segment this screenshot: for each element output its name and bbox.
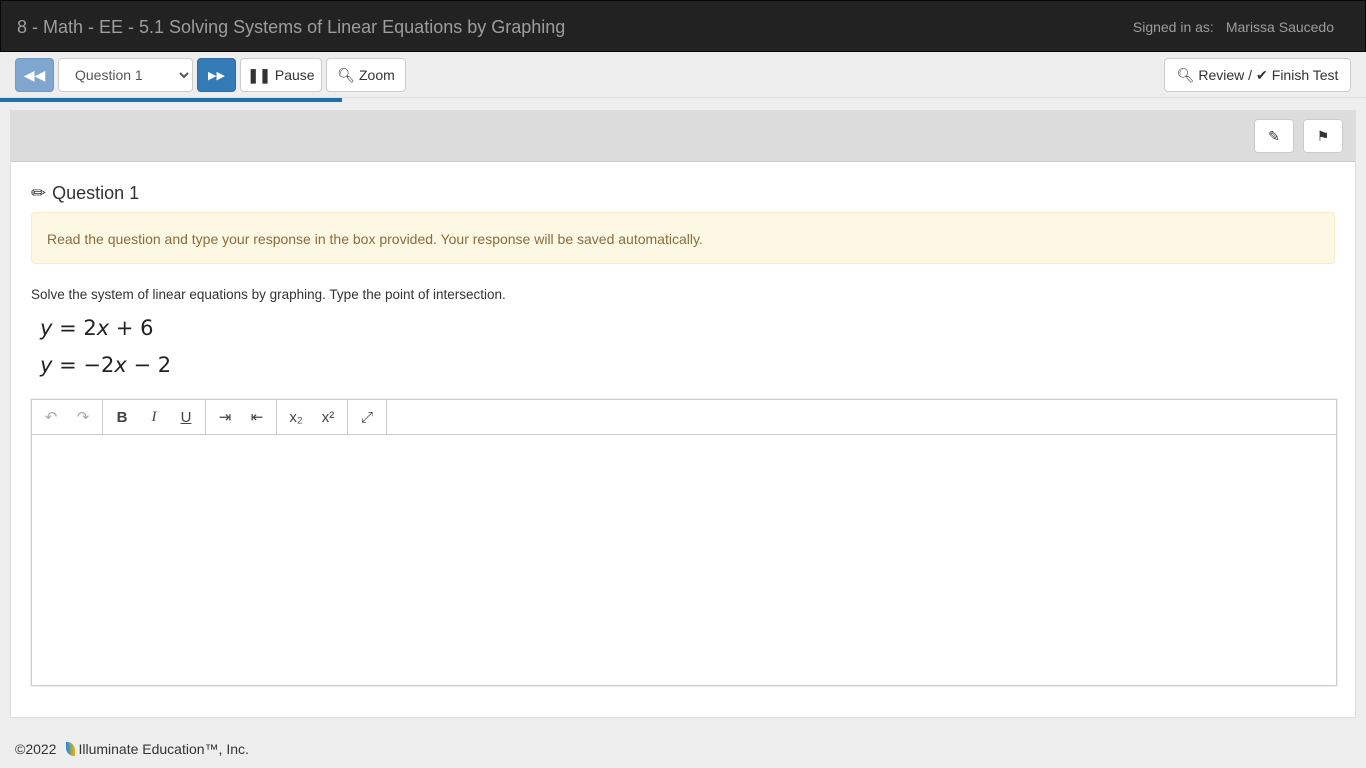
question-select[interactable]: Question 1: [58, 58, 193, 92]
equation-1: y = 2x + 6: [40, 316, 154, 340]
footer: ©2022 Illuminate Education™, Inc.: [15, 741, 249, 757]
next-question-button[interactable]: ▶▶: [197, 58, 236, 92]
instructions-alert: Read the question and type your response…: [31, 212, 1335, 264]
flag-icon: ⚑: [1316, 127, 1330, 144]
equation-2: y = −2x − 2: [40, 353, 171, 377]
eq1-y: y: [40, 316, 53, 340]
illuminate-logo-icon: [66, 742, 76, 756]
eq2-x: x: [114, 353, 127, 377]
notes-button[interactable]: ✎: [1254, 119, 1294, 153]
italic-icon[interactable]: I: [138, 400, 170, 435]
review-finish-button[interactable]: 🔍︎ Review / ✔ Finish Test: [1164, 58, 1351, 92]
signed-in-label: Signed in as:: [1132, 19, 1214, 35]
finish-label: Finish Test: [1271, 67, 1339, 83]
zoom-label: Zoom: [358, 67, 395, 83]
outdent-icon[interactable]: ⇤: [241, 400, 273, 435]
eq1-const: + 6: [109, 316, 154, 340]
eq2-coef: = −2: [52, 353, 115, 377]
search-icon: 🔍︎: [1176, 66, 1195, 83]
pause-label: Pause: [274, 67, 315, 83]
pencil-icon: ✏: [31, 183, 47, 203]
indent-icon[interactable]: ⇥: [209, 400, 241, 435]
edit-icon: ✎: [1268, 127, 1280, 144]
copyright: ©2022: [15, 741, 57, 757]
response-editor: ↶ ↷ BIU ⇥ ⇤ x₂ x² ⤢: [31, 399, 1337, 686]
fast-backward-icon: ◀◀: [23, 66, 46, 83]
check-icon: ✔: [1256, 66, 1268, 83]
eq1-coef: = 2: [52, 316, 97, 340]
test-toolbar: ◀◀ Question 1 ▶▶ ❚❚ Pause 🔍︎ Zoom 🔍︎ Review…: [0, 52, 1366, 98]
previous-question-button[interactable]: ◀◀: [15, 58, 54, 92]
question-heading: ✏ Question 1: [31, 183, 139, 204]
top-navbar: 8 - Math - EE - 5.1 Solving Systems of L…: [0, 0, 1366, 52]
fullscreen-icon[interactable]: ⤢: [351, 400, 383, 435]
company-name: Illuminate Education™, Inc.: [78, 741, 249, 757]
zoom-button[interactable]: 🔍︎ Zoom: [326, 58, 406, 92]
bold-icon[interactable]: B: [106, 400, 138, 435]
pause-button[interactable]: ❚❚ Pause: [240, 58, 322, 92]
superscript-icon[interactable]: x²: [312, 400, 344, 435]
undo-icon[interactable]: ↶: [35, 400, 67, 435]
subscript-icon[interactable]: x₂: [280, 400, 312, 435]
eq1-x: x: [96, 316, 110, 340]
response-textarea[interactable]: [32, 435, 1336, 685]
question-panel: ✎ ⚑ ✏ Question 1 Read the question and ty…: [10, 110, 1356, 718]
eq2-y: y: [40, 353, 53, 377]
review-label: Review /: [1198, 67, 1253, 83]
progress-bar: [0, 98, 342, 102]
question-title: Question 1: [52, 183, 140, 203]
eq2-const: − 2: [126, 353, 172, 377]
pause-icon: ❚❚: [247, 66, 271, 83]
editor-toolbar: ↶ ↷ BIU ⇥ ⇤ x₂ x² ⤢: [32, 399, 1336, 435]
underline-icon[interactable]: U: [170, 400, 202, 435]
signed-in-info: Signed in as: Marissa Saucedo: [1133, 19, 1334, 35]
flag-button[interactable]: ⚑: [1303, 119, 1343, 153]
user-name: Marissa Saucedo: [1225, 19, 1334, 35]
test-title: 8 - Math - EE - 5.1 Solving Systems of L…: [17, 17, 566, 37]
panel-header: ✎ ⚑: [11, 111, 1355, 162]
search-icon: 🔍︎: [337, 66, 355, 83]
redo-icon[interactable]: ↷: [67, 400, 99, 435]
fast-forward-icon: ▶▶: [208, 69, 225, 82]
question-prompt: Solve the system of linear equations by …: [31, 287, 506, 302]
